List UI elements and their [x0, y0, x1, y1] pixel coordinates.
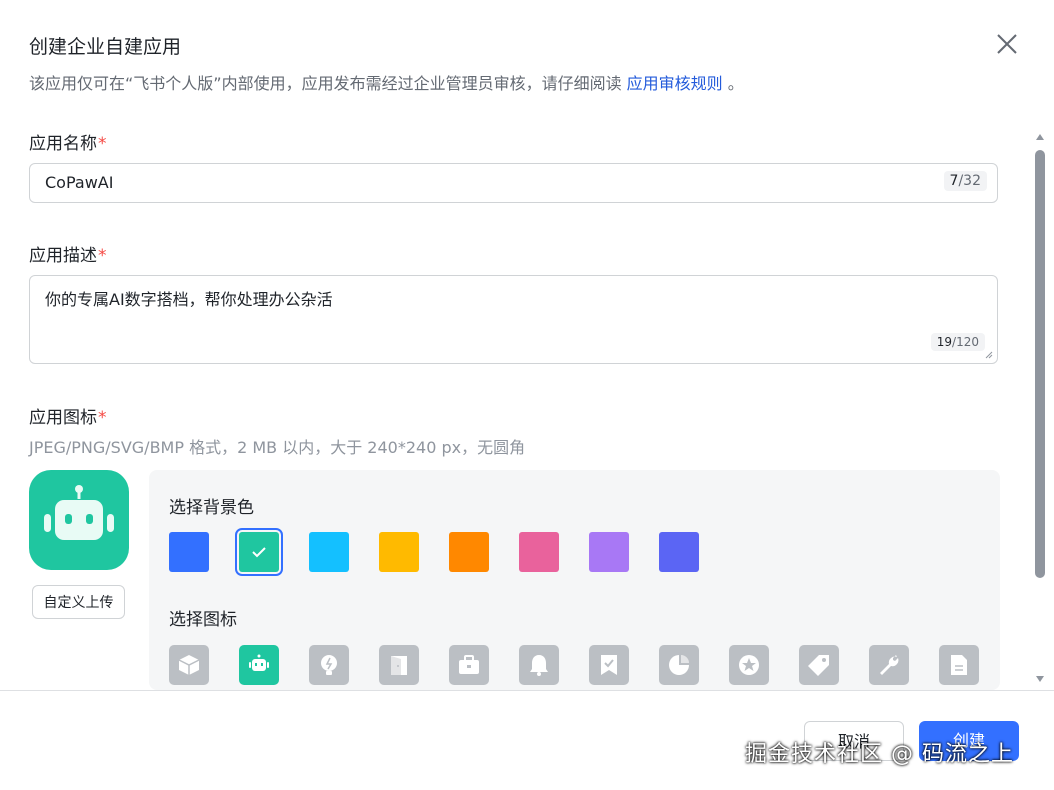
scrollbar[interactable]: [1030, 128, 1050, 688]
color-swatch[interactable]: [379, 532, 419, 572]
app-description-textarea[interactable]: 你的专属AI数字搭档，帮你处理办公杂活 19/120: [29, 275, 998, 364]
tag-icon[interactable]: [799, 645, 839, 685]
footer-divider: [0, 690, 1054, 691]
color-swatch[interactable]: [519, 532, 559, 572]
scroll-up-icon[interactable]: [1034, 132, 1046, 142]
robot-icon: [44, 485, 114, 540]
color-swatch-selected[interactable]: [235, 528, 283, 576]
color-swatch[interactable]: [449, 532, 489, 572]
resize-handle-icon[interactable]: [985, 351, 993, 359]
app-icon-label-text: 应用图标: [29, 408, 97, 428]
subtitle-text: 该应用仅可在“飞书个人版”内部使用，应用发布需经过企业管理员审核，请仔细阅读: [29, 74, 627, 93]
robot-icon[interactable]: [239, 645, 279, 685]
subtitle-suffix: 。: [722, 74, 744, 93]
color-swatch[interactable]: [659, 532, 699, 572]
briefcase-icon[interactable]: [449, 645, 489, 685]
required-mark: *: [98, 134, 107, 154]
app-name-counter: 7/32: [943, 171, 987, 191]
cube-icon[interactable]: [169, 645, 209, 685]
scroll-down-icon[interactable]: [1034, 674, 1046, 684]
counter-max: /120: [952, 335, 979, 349]
app-name-value: CoPawAI: [45, 173, 114, 192]
app-icon-hint: JPEG/PNG/SVG/BMP 格式，2 MB 以内，大于 240*240 p…: [29, 438, 526, 457]
dialog-title: 创建企业自建应用: [29, 36, 182, 58]
document-icon[interactable]: [939, 645, 979, 685]
app-icon-label: 应用图标*: [29, 403, 107, 428]
dialog-subtitle: 该应用仅可在“飞书个人版”内部使用，应用发布需经过企业管理员审核，请仔细阅读 应…: [29, 70, 744, 94]
color-swatch[interactable]: [309, 532, 349, 572]
icon-picker-panel: 选择背景色 选择图标: [149, 470, 1000, 690]
bell-icon[interactable]: [519, 645, 559, 685]
app-name-input[interactable]: CoPawAI 7/32: [29, 163, 998, 203]
app-description-value: 你的专属AI数字搭档，帮你处理办公杂活: [45, 290, 333, 309]
watermark: 掘金技术社区 @ 码流之上: [745, 742, 1014, 767]
bookmark-check-icon[interactable]: [589, 645, 629, 685]
app-name-label-text: 应用名称: [29, 134, 97, 154]
required-mark: *: [98, 246, 107, 266]
wrench-icon[interactable]: [869, 645, 909, 685]
lightbulb-icon[interactable]: [309, 645, 349, 685]
counter-current: 19: [936, 335, 953, 349]
app-name-label: 应用名称*: [29, 129, 107, 154]
door-icon[interactable]: [379, 645, 419, 685]
close-icon[interactable]: [994, 31, 1020, 57]
icon-select-title: 选择图标: [169, 610, 237, 630]
scrollbar-thumb[interactable]: [1035, 150, 1045, 578]
app-icon-preview: [29, 470, 129, 570]
app-description-label: 应用描述*: [29, 241, 107, 266]
required-mark: *: [98, 408, 107, 428]
color-swatch[interactable]: [169, 532, 209, 572]
pie-chart-icon[interactable]: [659, 645, 699, 685]
background-color-title: 选择背景色: [169, 498, 254, 518]
app-description-label-text: 应用描述: [29, 246, 97, 266]
counter-max: /32: [958, 173, 981, 189]
app-description-counter: 19/120: [930, 333, 985, 351]
create-app-dialog: 创建企业自建应用 该应用仅可在“飞书个人版”内部使用，应用发布需经过企业管理员审…: [0, 0, 1054, 790]
color-swatch[interactable]: [589, 532, 629, 572]
check-icon: [252, 547, 266, 558]
review-rules-link[interactable]: 应用审核规则: [627, 74, 723, 93]
star-badge-icon[interactable]: [729, 645, 769, 685]
custom-upload-button[interactable]: 自定义上传: [32, 585, 125, 619]
